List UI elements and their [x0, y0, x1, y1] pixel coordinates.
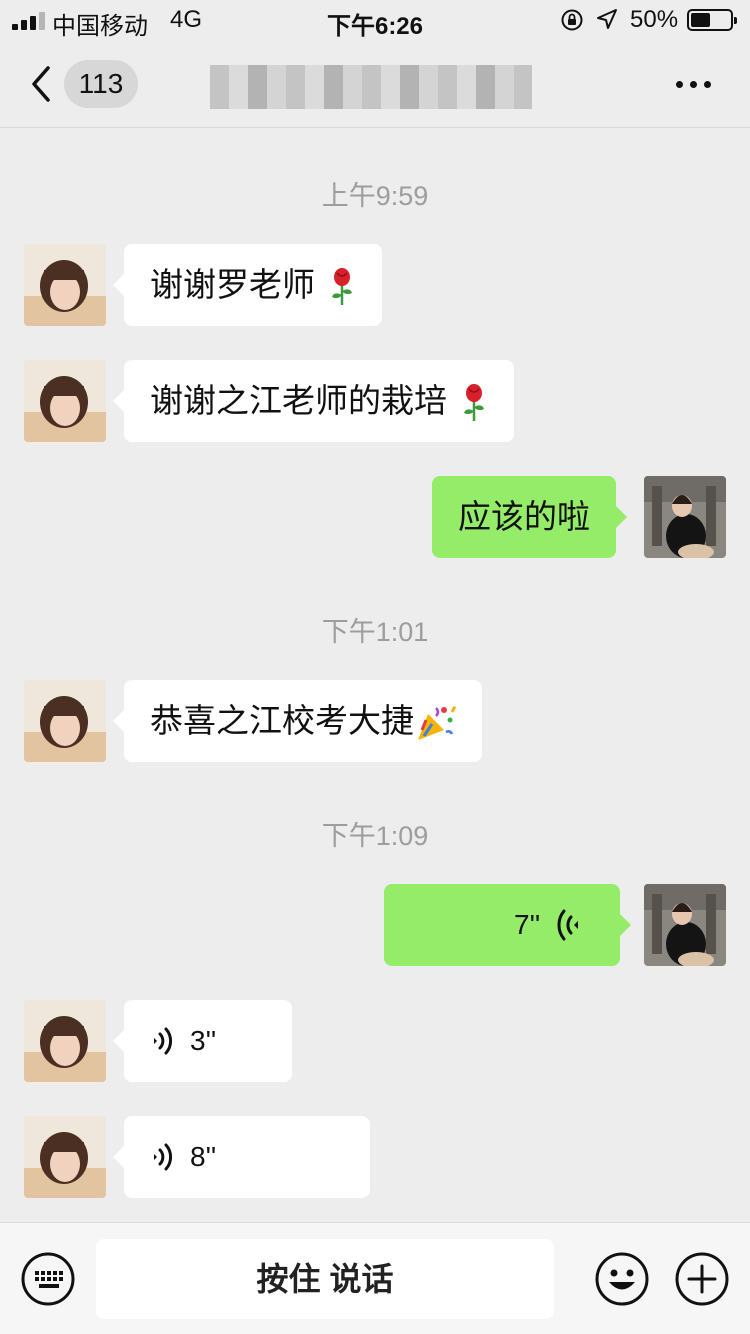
- battery-percentage: 50%: [630, 6, 679, 33]
- rose-emoji: [464, 384, 485, 422]
- message-text: 谢谢罗老师: [150, 266, 315, 303]
- received-message-bubble[interactable]: 谢谢罗老师: [112, 244, 383, 326]
- chat-title-pixelated: [210, 65, 532, 109]
- chat-header: 113: [0, 40, 750, 128]
- received-voice-message[interactable]: 3'': [113, 1000, 292, 1082]
- voice-duration: 7'': [514, 909, 541, 940]
- emoji-face-icon[interactable]: [594, 1251, 650, 1307]
- message-timestamp: 下午1:01: [321, 617, 429, 647]
- my-avatar[interactable]: [644, 476, 726, 558]
- plus-circle-icon[interactable]: [674, 1251, 730, 1307]
- orientation-lock-icon: [561, 9, 583, 31]
- party-popper-emoji: [418, 706, 456, 741]
- battery-icon: [687, 9, 737, 31]
- my-avatar[interactable]: [644, 884, 726, 966]
- sent-message-bubble[interactable]: 应该的啦: [432, 476, 627, 558]
- received-message-bubble[interactable]: 恭喜之江校考大捷: [113, 680, 482, 762]
- voice-waves-icon: [557, 909, 579, 941]
- message-text: 谢谢之江老师的栽培: [150, 382, 447, 419]
- rose-emoji: [332, 268, 353, 306]
- message-list[interactable]: 上午9:59 谢谢罗老师 谢谢之江老师的栽培 应该的啦 下午1:01 恭喜之江校…: [0, 128, 750, 1222]
- message-timestamp: 下午1:09: [321, 821, 429, 851]
- voice-duration: 3'': [190, 1025, 217, 1056]
- voice-duration: 8'': [190, 1141, 217, 1172]
- contact-avatar[interactable]: [24, 360, 106, 442]
- message-text: 恭喜之江校考大捷: [150, 702, 414, 739]
- hold-to-talk-button[interactable]: 按住 说话: [96, 1239, 554, 1319]
- back-chevron-icon[interactable]: [26, 64, 56, 104]
- more-icon[interactable]: [670, 70, 718, 98]
- keyboard-icon[interactable]: [20, 1251, 76, 1307]
- unread-count-badge[interactable]: 113: [64, 60, 138, 108]
- contact-avatar[interactable]: [24, 244, 106, 326]
- location-arrow-icon: [597, 9, 617, 29]
- voice-waves-icon: [154, 1027, 173, 1055]
- status-bar: 中国移动 4G 下午6:26 50%: [0, 0, 750, 40]
- contact-avatar[interactable]: [24, 680, 106, 762]
- sent-voice-message[interactable]: 7'': [384, 884, 631, 966]
- message-timestamp: 上午9:59: [321, 181, 429, 211]
- received-voice-message[interactable]: 8'': [113, 1116, 370, 1198]
- message-text: 应该的啦: [458, 498, 590, 535]
- received-message-bubble[interactable]: 谢谢之江老师的栽培: [112, 360, 515, 442]
- voice-waves-icon: [154, 1143, 173, 1171]
- contact-avatar[interactable]: [24, 1000, 106, 1082]
- input-bar: 按住 说话: [0, 1222, 750, 1334]
- contact-avatar[interactable]: [24, 1116, 106, 1198]
